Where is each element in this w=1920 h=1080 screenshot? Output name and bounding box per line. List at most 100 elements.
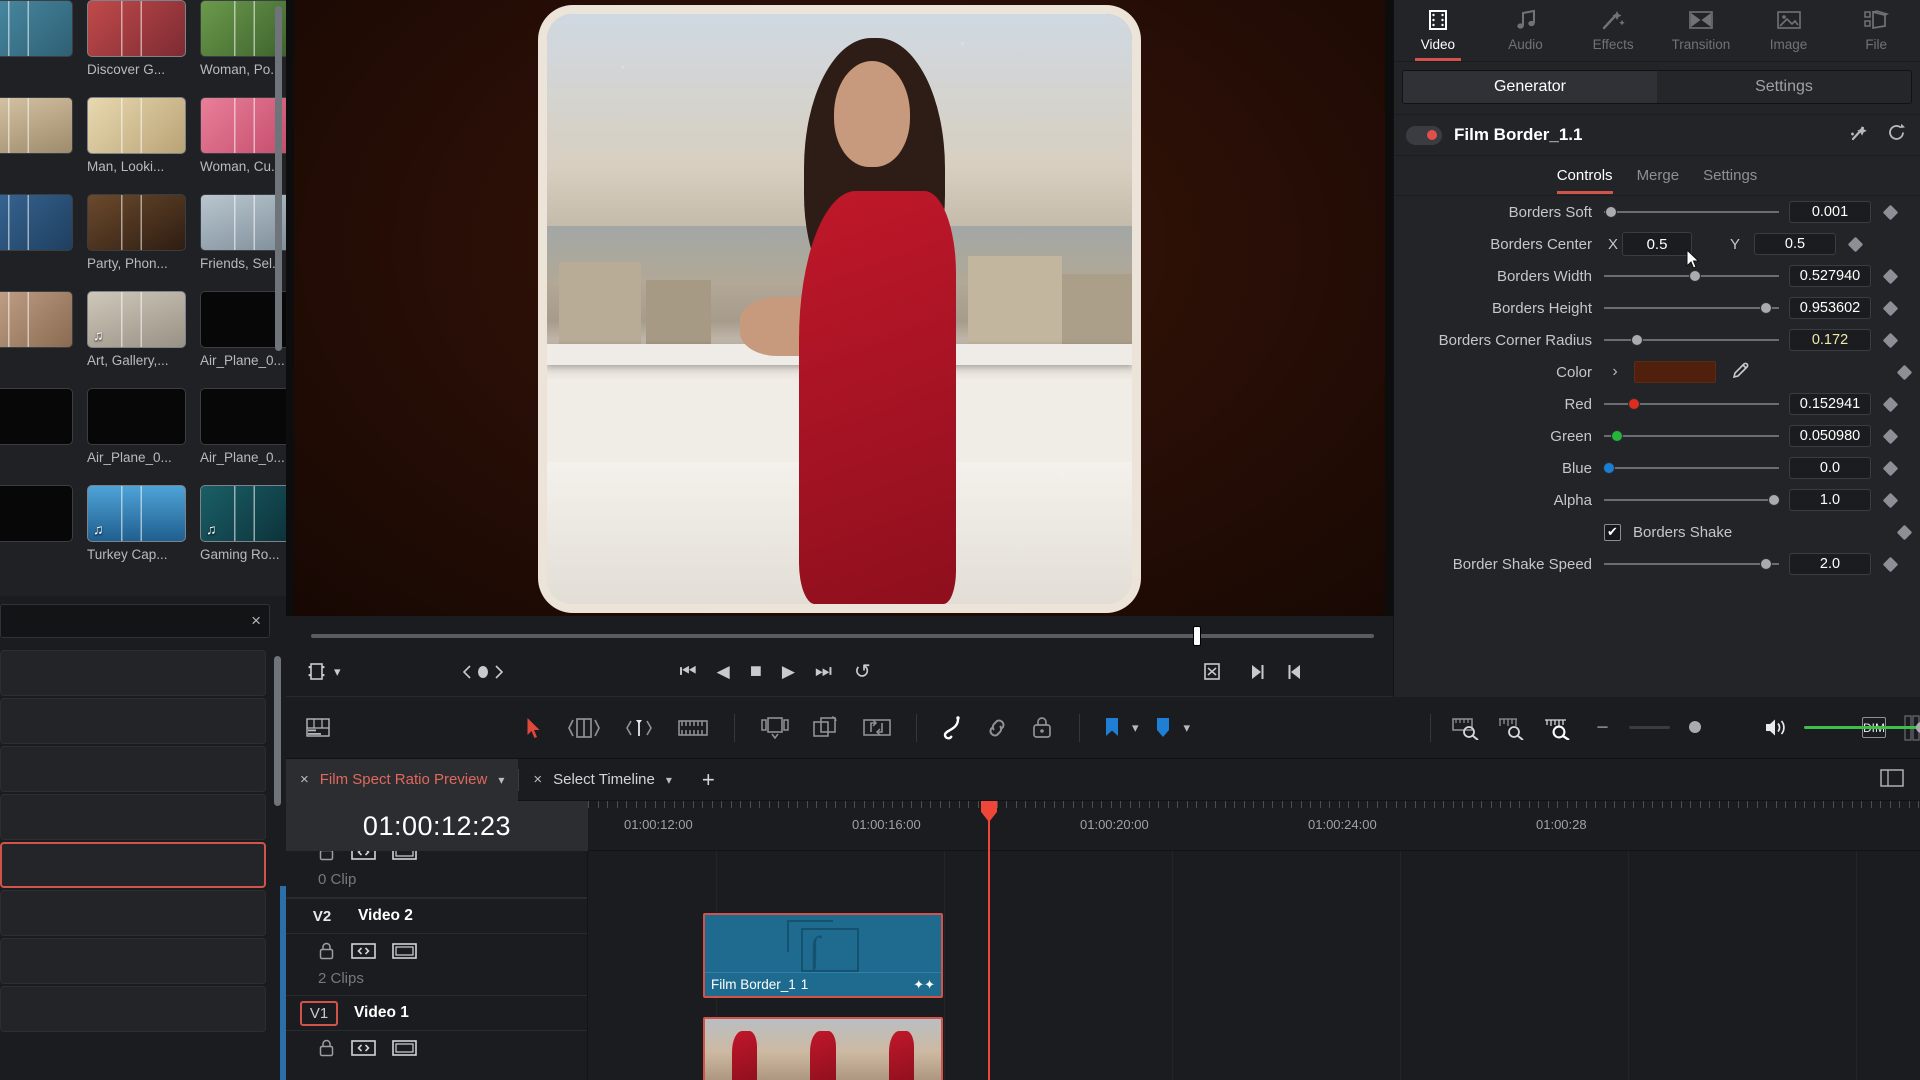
parameter-value[interactable]: 0.050980 bbox=[1789, 425, 1871, 447]
parameter-slider[interactable] bbox=[1604, 452, 1779, 484]
chevron-down-icon[interactable]: ▾ bbox=[334, 664, 341, 680]
keyframe-diamond[interactable] bbox=[1883, 460, 1899, 476]
chevron-down-icon[interactable]: ▾ bbox=[1183, 720, 1190, 736]
keyframe-diamond[interactable] bbox=[1883, 396, 1899, 412]
timeline-zoom-slider[interactable] bbox=[1629, 726, 1670, 729]
in-out-point-icon[interactable] bbox=[461, 664, 505, 680]
prev-edit-icon[interactable] bbox=[1287, 663, 1303, 681]
media-thumbnail[interactable] bbox=[200, 0, 286, 57]
zoom-detail-icon[interactable] bbox=[1498, 716, 1526, 740]
media-thumbnail[interactable] bbox=[87, 97, 186, 154]
media-thumbnail[interactable]: ♫ bbox=[200, 485, 286, 542]
track-clip-area[interactable]: ∫ Film Border_1 1 ✦✦ bbox=[588, 851, 1920, 1080]
jump-to-end-button[interactable]: ⏭ bbox=[815, 661, 832, 683]
borders-center-x-field[interactable]: 0.5 bbox=[1622, 232, 1692, 256]
chevron-down-icon[interactable]: ▾ bbox=[666, 773, 672, 787]
list-item[interactable] bbox=[0, 698, 266, 744]
keyframe-diamond[interactable] bbox=[1883, 268, 1899, 284]
list-item[interactable] bbox=[0, 746, 266, 792]
search-field-container[interactable]: × bbox=[0, 604, 270, 638]
timeline-clip-video1[interactable] bbox=[703, 1017, 943, 1080]
media-thumbnail[interactable] bbox=[0, 0, 73, 57]
parameter-slider[interactable] bbox=[1604, 420, 1779, 452]
video-enable-icon[interactable] bbox=[392, 942, 417, 964]
effect-sparkle-icon[interactable] bbox=[1849, 123, 1871, 147]
inspector-tab-transition[interactable]: Transition bbox=[1657, 0, 1745, 61]
keyframe-diamond[interactable] bbox=[1883, 428, 1899, 444]
lock-icon[interactable] bbox=[318, 942, 335, 964]
parameter-slider[interactable] bbox=[1604, 260, 1779, 292]
media-thumbnail[interactable] bbox=[87, 0, 186, 57]
media-pool-item[interactable]: Man, Looki... bbox=[87, 97, 200, 174]
media-pool-item[interactable]: 0... bbox=[0, 388, 87, 465]
timeline-options-icon[interactable] bbox=[1880, 769, 1920, 791]
zoom-full-extent-icon[interactable] bbox=[1452, 716, 1480, 740]
media-pool-item[interactable]: ... bbox=[0, 194, 87, 271]
close-icon[interactable]: × bbox=[300, 771, 309, 788]
media-pool-item[interactable]: Party, Phon... bbox=[87, 194, 200, 271]
inspector-tab-image[interactable]: Image bbox=[1745, 0, 1833, 61]
parameter-value[interactable]: 1.0 bbox=[1789, 489, 1871, 511]
frame-format-icon[interactable] bbox=[308, 662, 325, 681]
overwrite-clip-icon[interactable] bbox=[812, 716, 840, 739]
media-pool-item[interactable]: g... bbox=[0, 97, 87, 174]
media-pool-item[interactable]: Woman, Po... bbox=[200, 0, 286, 77]
timeline-view-options-icon[interactable] bbox=[306, 718, 330, 737]
video-enable-icon[interactable] bbox=[392, 851, 417, 865]
media-thumbnail[interactable] bbox=[0, 388, 73, 445]
media-thumbnail[interactable] bbox=[0, 291, 73, 348]
search-input[interactable] bbox=[9, 605, 224, 637]
insert-clip-icon[interactable] bbox=[760, 716, 790, 739]
track-id-badge[interactable]: V1 bbox=[300, 1001, 338, 1026]
media-pool-item[interactable]: Woman, Cu... bbox=[200, 97, 286, 174]
parameter-slider[interactable] bbox=[1604, 484, 1779, 516]
media-pool-item[interactable]: Air_Plane_0... bbox=[200, 291, 286, 368]
linked-selection-icon[interactable] bbox=[985, 717, 1009, 739]
keyframe-diamond[interactable] bbox=[1883, 492, 1899, 508]
media-pool-item[interactable]: ♫Gaming Ro... bbox=[200, 485, 286, 562]
flag-lock-icon[interactable] bbox=[1031, 716, 1053, 739]
keyframe-diamond[interactable] bbox=[1883, 204, 1899, 220]
track-header-V1[interactable]: V1Video 1 bbox=[286, 995, 587, 1031]
effect-enable-toggle[interactable] bbox=[1406, 126, 1442, 145]
dynamic-trim-icon[interactable] bbox=[624, 717, 654, 739]
parameter-value[interactable]: 2.0 bbox=[1789, 553, 1871, 575]
parameter-value[interactable]: 0.0 bbox=[1789, 457, 1871, 479]
auto-select-icon[interactable] bbox=[351, 851, 376, 865]
inspector-mode-settings[interactable]: Settings bbox=[1657, 71, 1911, 103]
list-item[interactable] bbox=[0, 938, 266, 984]
auto-select-icon[interactable] bbox=[351, 1039, 376, 1061]
timeline-playhead[interactable] bbox=[988, 801, 990, 1080]
list-item[interactable] bbox=[0, 986, 266, 1032]
keyframe-diamond[interactable] bbox=[1897, 524, 1913, 540]
speaker-icon[interactable] bbox=[1764, 717, 1788, 738]
parameter-value[interactable]: 0.001 bbox=[1789, 201, 1871, 223]
clip-list-scrollbar[interactable] bbox=[274, 656, 281, 806]
list-item[interactable] bbox=[0, 650, 266, 696]
lock-icon[interactable] bbox=[318, 851, 335, 865]
clear-search-icon[interactable]: × bbox=[251, 611, 261, 631]
scrubber-track[interactable] bbox=[311, 634, 1374, 638]
track-header-V2[interactable]: V2Video 2 bbox=[286, 898, 587, 934]
keyframe-diamond[interactable] bbox=[1883, 332, 1899, 348]
keyframe-diamond[interactable] bbox=[1848, 236, 1864, 252]
media-pool-item[interactable]: Air_Plane_0... bbox=[87, 388, 200, 465]
media-pool-item[interactable]: 1... bbox=[0, 485, 87, 562]
parameter-value[interactable]: 0.527940 bbox=[1789, 265, 1871, 287]
selection-arrow-icon[interactable] bbox=[526, 717, 542, 739]
media-pool-item[interactable]: ♫Turkey Cap... bbox=[87, 485, 200, 562]
parameter-slider[interactable] bbox=[1604, 196, 1779, 228]
track-id-badge[interactable]: V2 bbox=[302, 908, 342, 925]
keyframe-diamond[interactable] bbox=[1883, 300, 1899, 316]
inspector-tab-file[interactable]: File bbox=[1832, 0, 1920, 61]
borders-center-y-field[interactable]: 0.5 bbox=[1754, 233, 1836, 255]
trim-edit-icon[interactable] bbox=[568, 717, 600, 739]
replace-clip-icon[interactable] bbox=[862, 716, 892, 739]
parameter-value[interactable]: 0.953602 bbox=[1789, 297, 1871, 319]
parameter-value[interactable]: 0.172 bbox=[1789, 329, 1871, 351]
next-edit-icon[interactable] bbox=[1249, 663, 1265, 681]
effect-sub-tab-settings[interactable]: Settings bbox=[1703, 156, 1757, 196]
razor-edit-icon[interactable] bbox=[678, 717, 708, 739]
media-pool-item[interactable]: ♫Art, Gallery,... bbox=[87, 291, 200, 368]
effect-sub-tab-controls[interactable]: Controls bbox=[1557, 156, 1613, 196]
